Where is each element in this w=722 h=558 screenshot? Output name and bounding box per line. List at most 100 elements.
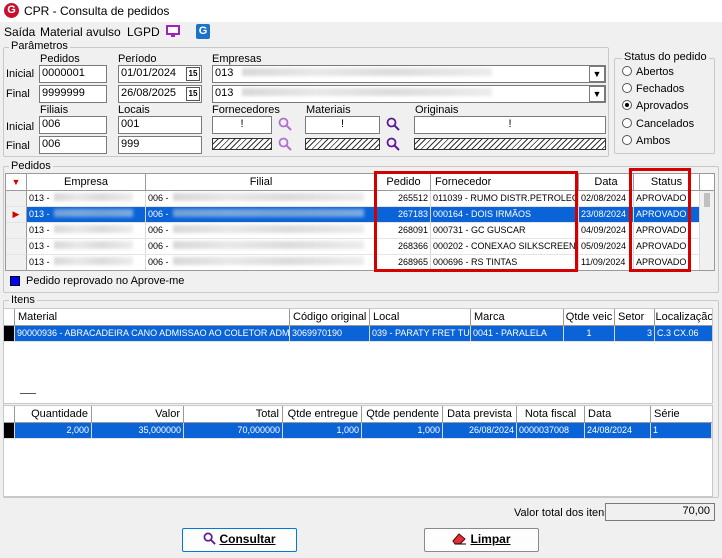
- col-material[interactable]: Material: [15, 309, 290, 326]
- pedidos-inicial-field[interactable]: 0000001: [39, 65, 107, 83]
- det-qtde-entregue[interactable]: 1,000: [283, 423, 362, 439]
- col-data[interactable]: Data: [579, 174, 634, 191]
- periodo-final-field[interactable]: 26/08/2025 15: [118, 85, 202, 103]
- col-setor[interactable]: Setor: [615, 309, 655, 326]
- det-serie[interactable]: 1: [651, 423, 712, 439]
- det-quantidade[interactable]: 2,000: [15, 423, 92, 439]
- originais-final-field[interactable]: [414, 138, 606, 150]
- chevron-down-icon[interactable]: ▼: [589, 66, 605, 82]
- col-empresa[interactable]: Empresa: [27, 174, 146, 191]
- col-quantidade[interactable]: Quantidade: [15, 406, 92, 423]
- col-serie[interactable]: Série: [651, 406, 712, 423]
- col-total[interactable]: Total: [184, 406, 283, 423]
- item-qtde-veic[interactable]: 1: [564, 326, 615, 342]
- radio-cancelados[interactable]: Cancelados: [622, 118, 694, 130]
- col-nota-fiscal[interactable]: Nota fiscal: [517, 406, 585, 423]
- materiais-inicial-field[interactable]: !: [305, 116, 380, 134]
- pedidos-final-field[interactable]: 9999999: [39, 85, 107, 103]
- pedido-cell-empresa[interactable]: 013 -: [27, 255, 146, 270]
- item-codigo[interactable]: 3069970190: [290, 326, 370, 342]
- pedido-cell-empresa[interactable]: 013 -: [27, 207, 146, 223]
- pedido-cell-data[interactable]: 05/09/2024: [579, 239, 634, 255]
- empresas-final-combo[interactable]: 013 ▼: [212, 85, 606, 103]
- pedido-cell-data[interactable]: 23/08/2024: [579, 207, 634, 223]
- search-icon[interactable]: [386, 137, 400, 154]
- search-icon[interactable]: [278, 137, 292, 154]
- row-indicator[interactable]: [6, 255, 27, 270]
- scrollbar-thumb[interactable]: [704, 193, 710, 207]
- row-inicial-label: Inicial: [6, 68, 35, 80]
- empresas-final-value: 013: [215, 87, 234, 99]
- g-app-icon[interactable]: G: [196, 24, 210, 39]
- item-local[interactable]: 039 - PARATY FRET TUR: [370, 326, 471, 342]
- locais-inicial-field[interactable]: 001: [118, 116, 202, 134]
- row-indicator[interactable]: [6, 191, 27, 207]
- vertical-scrollbar[interactable]: [700, 191, 714, 270]
- row-indicator[interactable]: [6, 223, 27, 239]
- col-filial[interactable]: Filial: [146, 174, 377, 191]
- search-icon[interactable]: [386, 117, 400, 134]
- pedido-cell-filial[interactable]: 006 -: [146, 207, 377, 223]
- current-row-arrow-icon[interactable]: ▶: [6, 207, 27, 223]
- periodo-inicial-field[interactable]: 01/01/2024 15: [118, 65, 202, 83]
- col-qtde-pendente[interactable]: Qtde pendente: [362, 406, 443, 423]
- radio-ambos[interactable]: Ambos: [622, 135, 670, 147]
- monitor-icon[interactable]: [166, 25, 180, 38]
- search-icon[interactable]: [278, 117, 292, 134]
- filiais-inicial-field[interactable]: 006: [39, 116, 107, 134]
- col-qtde-entregue[interactable]: Qtde entregue: [283, 406, 362, 423]
- pedido-cell-data[interactable]: 04/09/2024: [579, 223, 634, 239]
- col-marca[interactable]: Marca: [471, 309, 564, 326]
- col-data-prevista[interactable]: Data prevista: [443, 406, 517, 423]
- pedido-cell-empresa[interactable]: 013 -: [27, 223, 146, 239]
- col-valor[interactable]: Valor: [92, 406, 184, 423]
- consultar-button[interactable]: Consultar: [182, 528, 297, 552]
- menu-saida[interactable]: Saída: [4, 25, 35, 39]
- sort-indicator[interactable]: ▼: [6, 174, 27, 191]
- col-data[interactable]: Data: [585, 406, 651, 423]
- pedido-cell-empresa[interactable]: 013 -: [27, 239, 146, 255]
- pedido-cell-data[interactable]: 02/08/2024: [579, 191, 634, 207]
- calendar-icon[interactable]: 15: [186, 87, 200, 101]
- pedidos-label: Pedidos: [40, 53, 80, 65]
- det-total[interactable]: 70,000000: [184, 423, 283, 439]
- calendar-icon[interactable]: 15: [186, 67, 200, 81]
- det-qtde-pendente[interactable]: 1,000: [362, 423, 443, 439]
- pedido-cell-filial[interactable]: 006 -: [146, 239, 377, 255]
- pedido-cell-empresa[interactable]: 013 -: [27, 191, 146, 207]
- pedido-cell-filial[interactable]: 006 -: [146, 191, 377, 207]
- locais-final-field[interactable]: 999: [118, 136, 202, 154]
- menu-material-avulso[interactable]: Material avulso: [40, 25, 121, 39]
- col-localizacao[interactable]: Localização: [655, 309, 712, 326]
- chevron-down-icon[interactable]: ▼: [589, 86, 605, 102]
- radio-abertos[interactable]: Abertos: [622, 66, 674, 78]
- row-indicator[interactable]: [6, 239, 27, 255]
- det-data[interactable]: 24/08/2024: [585, 423, 651, 439]
- det-nota-fiscal[interactable]: 0000037008: [517, 423, 585, 439]
- radio-fechados[interactable]: Fechados: [622, 83, 684, 95]
- empresas-inicial-combo[interactable]: 013 ▼: [212, 65, 606, 83]
- originais-inicial-field[interactable]: !: [414, 116, 606, 134]
- col-local[interactable]: Local: [370, 309, 471, 326]
- item-setor[interactable]: 3: [615, 326, 655, 342]
- radio-icon: [622, 66, 632, 76]
- col-qtde-veic[interactable]: Qtde veic: [564, 309, 615, 326]
- col-codigo-original[interactable]: Código original: [290, 309, 370, 326]
- pedido-cell-filial[interactable]: 006 -: [146, 255, 377, 270]
- fornecedores-final-field[interactable]: [212, 138, 272, 150]
- radio-aprovados[interactable]: Aprovados: [622, 100, 689, 112]
- limpar-button[interactable]: Limpar: [424, 528, 539, 552]
- item-localizacao[interactable]: C.3 CX.06: [655, 326, 712, 342]
- item-marca[interactable]: 0041 - PARALELA: [471, 326, 564, 342]
- fornecedores-inicial-field[interactable]: !: [212, 116, 272, 134]
- det-data-prevista[interactable]: 26/08/2024: [443, 423, 517, 439]
- item-material[interactable]: 90000936 - ABRACADEIRA CANO ADMISSAO AO …: [15, 326, 290, 342]
- filiais-final-field[interactable]: 006: [39, 136, 107, 154]
- det-valor[interactable]: 35,000000: [92, 423, 184, 439]
- splitter-handle[interactable]: [20, 393, 36, 394]
- window-title: CPR - Consulta de pedidos: [24, 4, 170, 18]
- materiais-final-field[interactable]: [305, 138, 380, 150]
- pedido-cell-data[interactable]: 11/09/2024: [579, 255, 634, 270]
- pedido-cell-filial[interactable]: 006 -: [146, 223, 377, 239]
- menu-lgpd[interactable]: LGPD: [127, 25, 160, 39]
